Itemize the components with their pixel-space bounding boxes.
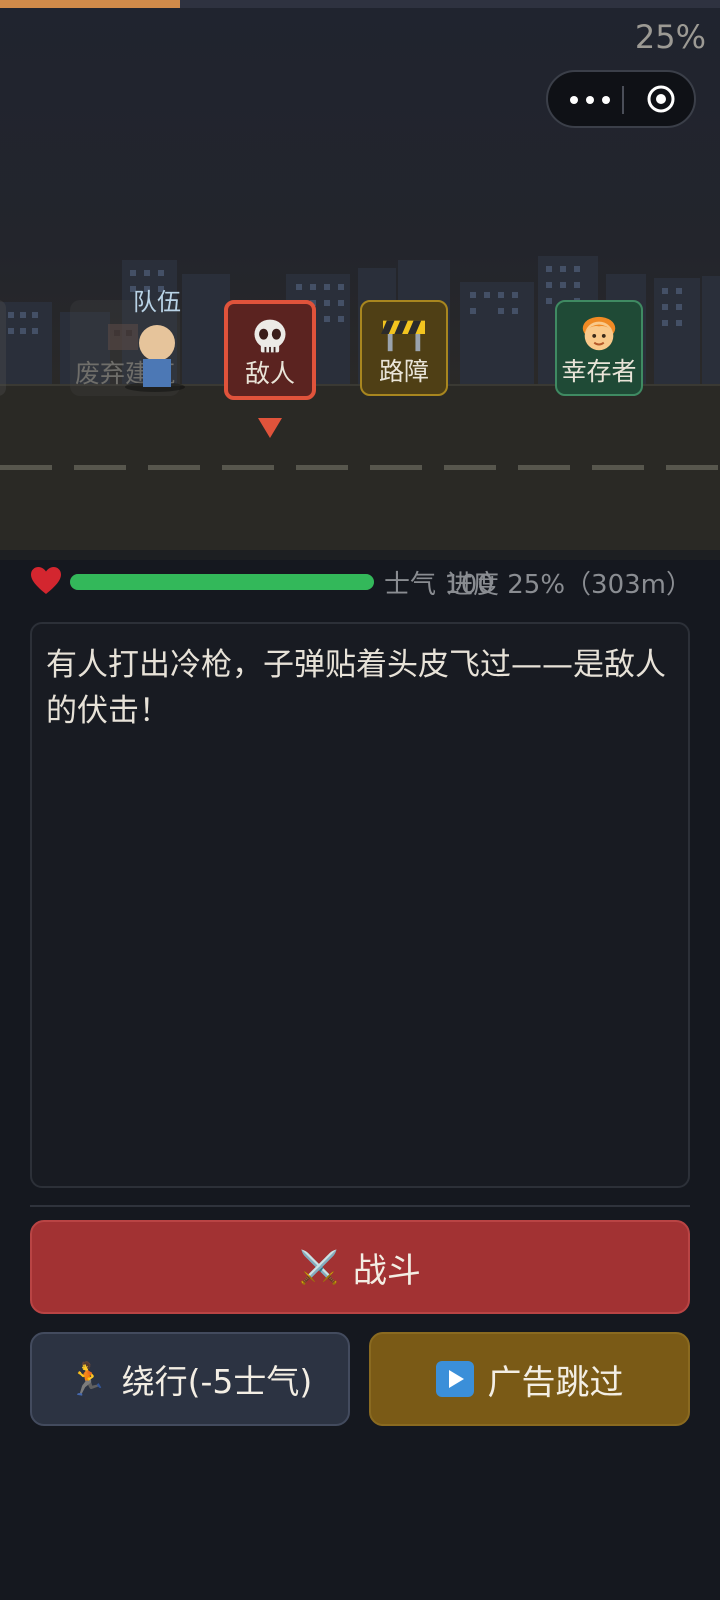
lane-marking	[370, 465, 422, 470]
road-edge	[0, 550, 720, 560]
event-tile-survivor[interactable]: 幸存者	[555, 300, 643, 396]
detour-button-label: 绕行(-5士气)	[121, 1362, 313, 1401]
lane-marking	[74, 465, 126, 470]
lane-marking	[222, 465, 274, 470]
heart-icon	[31, 567, 61, 594]
mini-program-capsule	[546, 70, 696, 128]
journey-progress-bar	[0, 0, 720, 8]
barrier-icon	[381, 320, 425, 352]
ad-skip-button[interactable]: 广告跳过	[369, 1332, 690, 1426]
detour-button[interactable]: 🏃 绕行(-5士气)	[30, 1332, 350, 1426]
capsule-divider	[622, 86, 624, 114]
fight-button-label: 战斗	[352, 1250, 421, 1291]
event-tile-offscreen	[0, 300, 6, 396]
play-icon	[435, 1361, 474, 1397]
divider	[30, 1205, 690, 1207]
team-avatar-body	[143, 359, 171, 387]
person-icon	[582, 316, 616, 351]
skull-icon	[254, 319, 286, 353]
lane-marking	[148, 465, 200, 470]
current-event-pointer	[258, 418, 282, 438]
ad-skip-button-label: 广告跳过	[487, 1362, 624, 1403]
lane-marking	[518, 465, 570, 470]
story-text-panel: 有人打出冷枪，子弹贴着头皮飞过——是敌人的伏击！	[30, 622, 690, 1188]
fight-button[interactable]: ⚔️ 战斗	[30, 1220, 690, 1314]
distance-progress: 进度 25%（303m）	[446, 570, 692, 600]
team-avatar-head	[139, 325, 175, 361]
event-label: 敌人	[244, 359, 295, 388]
lane-marking	[296, 465, 348, 470]
lane-marking	[444, 465, 496, 470]
morale-bar-fill	[70, 574, 374, 590]
journey-progress-fill	[0, 0, 180, 8]
journey-progress-percent: 25%	[634, 18, 706, 56]
close-target-icon[interactable]	[646, 84, 676, 114]
event-label: 路障	[378, 357, 429, 386]
event-tile-barrier[interactable]: 路障	[360, 300, 448, 396]
crossed-swords-icon: ⚔️	[299, 1248, 339, 1286]
event-label: 幸存者	[561, 357, 637, 386]
lane-marking	[666, 465, 718, 470]
lane-marking	[592, 465, 644, 470]
morale-bar	[70, 574, 374, 590]
event-tile-enemy[interactable]: 敌人	[224, 300, 316, 400]
road-scene: 25% 废弃建筑 队伍 敌人 路障 幸存者	[0, 0, 720, 560]
status-bar: 士气 100 进度 25%（303m）	[0, 562, 720, 602]
story-text: 有人打出冷枪，子弹贴着头皮飞过——是敌人的伏击！	[46, 647, 666, 729]
running-person-icon: 🏃	[67, 1360, 108, 1398]
lane-marking	[0, 465, 52, 470]
team-label: 队伍	[133, 288, 181, 316]
more-options-icon[interactable]	[566, 86, 616, 114]
